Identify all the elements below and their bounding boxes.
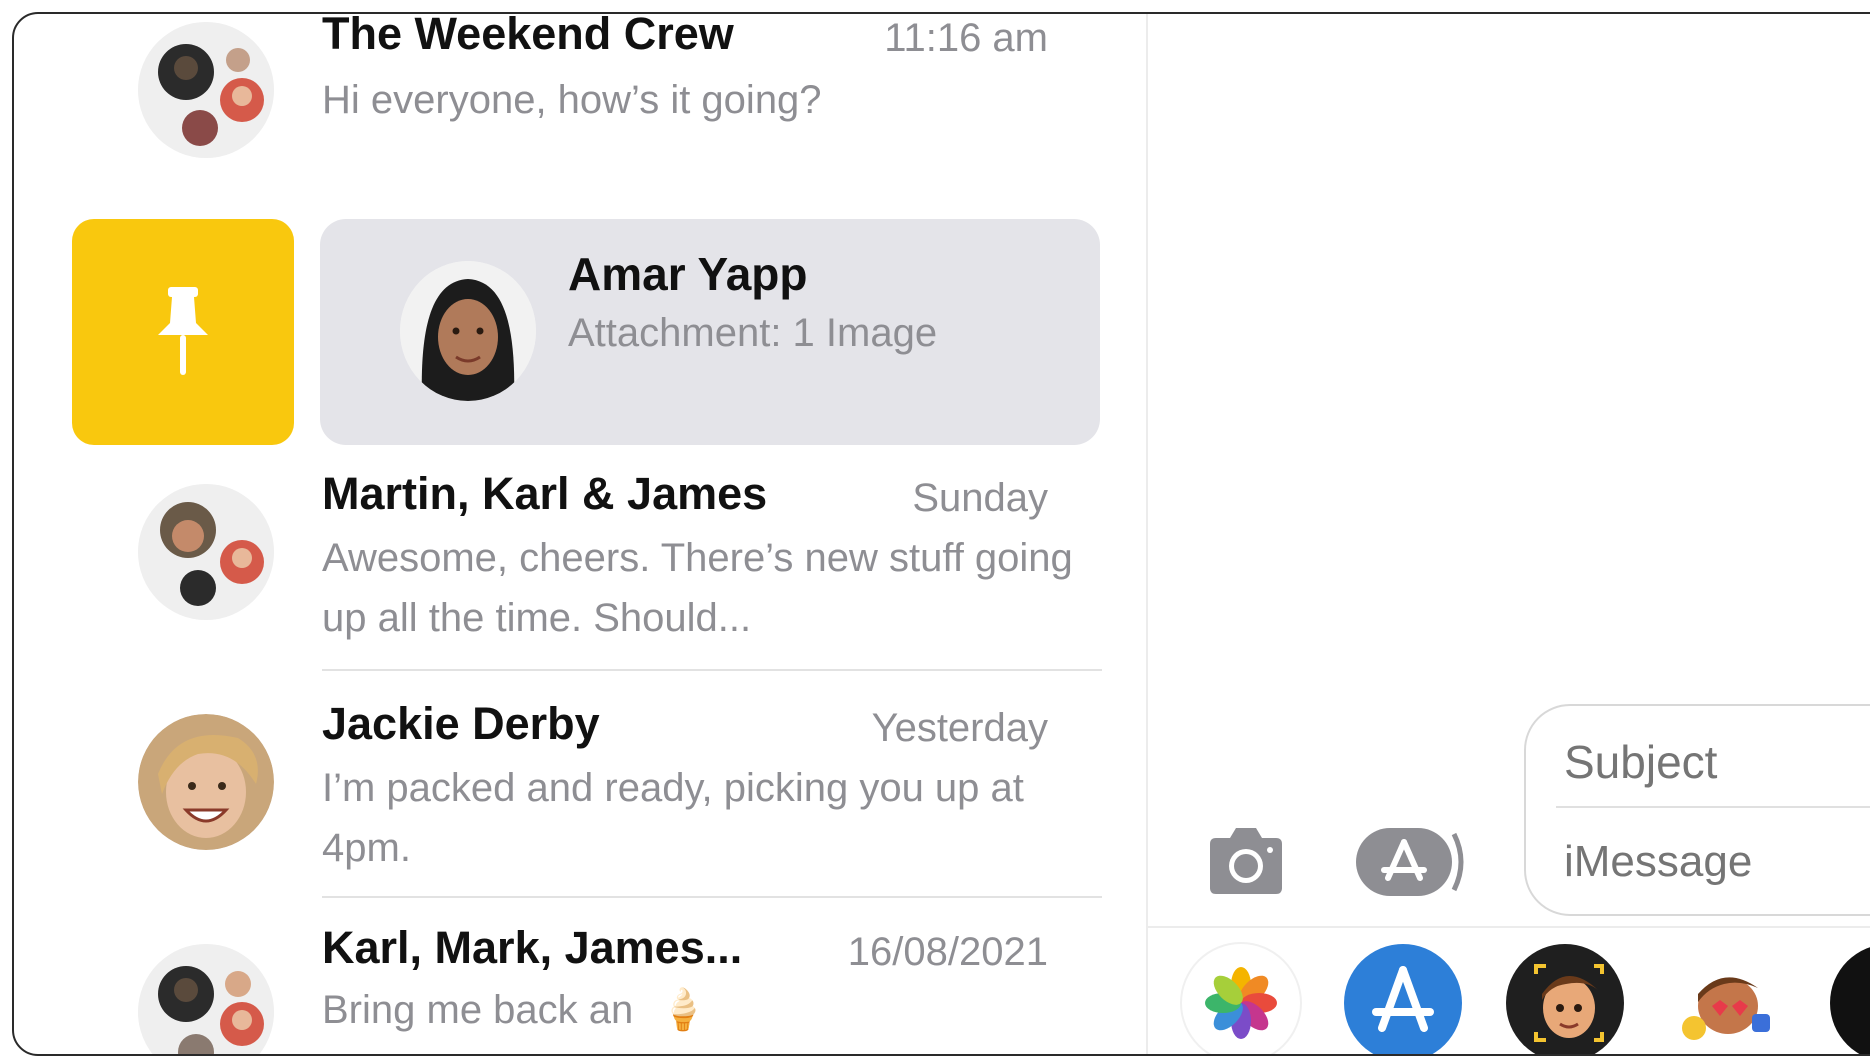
memoji-app-icon[interactable] [1506, 944, 1624, 1054]
conversation-name: The Weekend Crew [322, 12, 734, 59]
composer-divider [1556, 806, 1870, 808]
conversation-row[interactable]: The Weekend Crew 11:16 am Hi everyone, h… [14, 14, 1124, 164]
conversation-name: Amar Yapp [568, 248, 808, 300]
conversation-time: Yesterday [871, 706, 1048, 750]
animoji-stickers-app-icon[interactable] [1668, 944, 1786, 1054]
row-divider [322, 669, 1102, 671]
conversation-time: 11:16 am [884, 16, 1048, 60]
row-divider [322, 896, 1102, 898]
contact-avatar [138, 714, 274, 850]
conversation-name: Martin, Karl & James [322, 468, 768, 519]
conversation-preview: Attachment: 1 Image [568, 311, 938, 355]
conversation-preview: I’m packed and ready, picking you up at … [322, 766, 1024, 870]
digital-touch-app-icon[interactable] [1830, 944, 1870, 1054]
message-composer [1524, 704, 1870, 916]
ice-cream-emoji: 🍦 [658, 988, 709, 1032]
camera-button[interactable] [1202, 826, 1290, 896]
conversation-row[interactable]: Martin, Karl & James Sunday Awesome, che… [14, 454, 1124, 674]
contact-avatar [400, 261, 536, 401]
app-store-icon [1356, 828, 1464, 896]
conversation-name: Jackie Derby [322, 698, 600, 749]
messages-window: The Weekend Crew 11:16 am Hi everyone, h… [12, 12, 1870, 1056]
camera-icon [1210, 828, 1282, 894]
pinned-conversation[interactable]: Amar Yapp Attachment: 1 Image [320, 219, 1100, 445]
conversation-preview: Hi everyone, how’s it going? [322, 78, 822, 122]
subject-field[interactable] [1562, 734, 1870, 790]
pin-button[interactable] [72, 219, 294, 445]
app-store-app-icon[interactable] [1344, 944, 1462, 1054]
message-field[interactable] [1562, 836, 1870, 888]
conversation-time: 16/08/2021 [847, 930, 1048, 974]
preview-text: Bring me back an [322, 988, 634, 1032]
conversation-name: Karl, Mark, James... [322, 922, 743, 973]
app-drawer-divider [1148, 926, 1870, 928]
conversation-preview: Bring me back an 🍦 [322, 980, 1082, 1040]
photos-app-icon[interactable] [1182, 944, 1300, 1054]
conversation-row[interactable]: Karl, Mark, James... 16/08/2021 Bring me… [14, 910, 1124, 1054]
group-avatar [138, 22, 274, 158]
pin-icon [158, 287, 208, 375]
conversation-time: Sunday [912, 476, 1048, 520]
conversation-row[interactable]: Jackie Derby Yesterday I’m packed and re… [14, 682, 1124, 902]
group-avatar [138, 484, 274, 620]
apps-button[interactable] [1354, 824, 1470, 900]
group-avatar [138, 944, 274, 1054]
pane-divider [1146, 14, 1148, 1054]
conversation-preview: Awesome, cheers. There’s new stuff going… [322, 536, 1073, 640]
